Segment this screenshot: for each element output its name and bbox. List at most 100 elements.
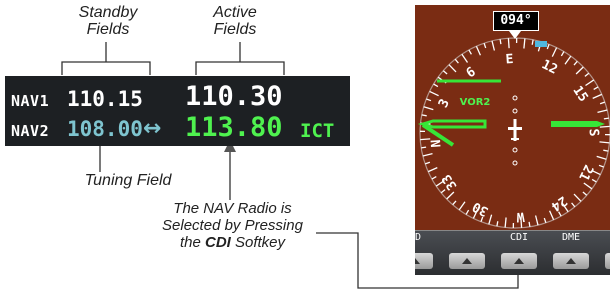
tuning-field-label: Tuning Field (84, 172, 172, 189)
deviation-dot (512, 147, 518, 153)
compass-tick (599, 101, 606, 105)
compass-tick (465, 209, 470, 215)
compass-tick (585, 79, 595, 87)
nav2-standby-frequency: 108.00 (67, 117, 143, 141)
compass-tick (573, 193, 582, 202)
compass-tick (549, 210, 555, 221)
compass-tick (491, 40, 496, 51)
compass-tick (475, 45, 481, 56)
deviation-dot (512, 160, 518, 166)
compass-label: 30 (470, 198, 491, 218)
compass-tick (531, 39, 534, 45)
compass-tick (571, 202, 576, 208)
standby-bracket (61, 61, 151, 75)
compass-tick (433, 83, 439, 88)
compass-tick (603, 117, 609, 120)
compass-tick (423, 106, 434, 111)
softkey-5[interactable] (597, 231, 610, 275)
compass-tick (560, 51, 565, 57)
softkey-dme-button[interactable] (553, 253, 589, 269)
softkey-5-button[interactable] (605, 253, 610, 269)
compass-label: N (429, 139, 445, 148)
compass-tick (440, 189, 446, 194)
compass-label: E (505, 52, 514, 68)
softkey-fd-button[interactable] (415, 253, 433, 269)
compass-tick (523, 38, 526, 49)
softkey-dme[interactable]: DME (545, 231, 597, 275)
softkey-dme-label: DME (561, 232, 581, 243)
compass-label: W (516, 209, 525, 225)
compass-tick (551, 47, 558, 57)
course-arrow-left-icon (417, 119, 487, 129)
compass-tick (593, 86, 599, 90)
cdi-callout-bold: CDI (204, 234, 231, 251)
nav2-id: NAV2 (11, 122, 50, 140)
nav-radio-window: NAV1 110.15 110.30 NAV2 108.00 ↔ 113.80 … (5, 76, 350, 146)
compass-tick (592, 93, 603, 99)
softkey-fd-label: FD (415, 232, 422, 243)
softkey-2[interactable] (441, 231, 493, 275)
nav1-id: NAV1 (11, 92, 50, 110)
cdi-callout-post: Softkey (230, 234, 286, 251)
swap-arrow-icon: ↔ (143, 116, 162, 141)
cdi-callout-line2: Selected by Pressing (162, 217, 303, 234)
compass-tick (573, 60, 578, 66)
compass-tick (420, 138, 431, 141)
compass-tick (427, 167, 438, 173)
compass-tick (582, 191, 588, 196)
compass-label: 15 (570, 83, 591, 104)
compass-tick (424, 161, 431, 165)
deviation-dot (512, 108, 518, 114)
compass-tick (426, 98, 432, 102)
compass-tick (442, 70, 448, 75)
cdi-softkey-callout: The NAV Radio is Selected by Pressing th… (150, 200, 315, 251)
compass-tick (499, 39, 502, 45)
compass-tick (599, 125, 610, 128)
deviation-dot (512, 95, 518, 101)
nav-source-label: VOR2 (460, 97, 491, 108)
active-bracket (195, 61, 285, 75)
nav1-standby-frequency: 110.15 (67, 87, 143, 111)
compass-tick (598, 164, 604, 168)
compass-tick (496, 221, 499, 227)
compass-tick (431, 176, 437, 180)
compass-label: 3 (436, 97, 453, 111)
hsi-compass: E 1215S2124W3033N36 VOR2 (417, 31, 610, 229)
softkey-cdi-label: CDI (509, 232, 529, 243)
compass-label: 6 (464, 64, 479, 81)
compass-tick (422, 152, 433, 157)
compass-tick (483, 42, 487, 49)
softkey-cdi[interactable]: CDI (493, 231, 545, 275)
compass-tick (504, 217, 507, 228)
compass-tick (429, 90, 439, 97)
compass-tick (546, 44, 550, 50)
softkey-fd[interactable]: FD (415, 231, 441, 275)
cdi-callout-pre: the (179, 234, 205, 251)
compass-tick (603, 149, 609, 152)
compass-tick (421, 114, 427, 117)
compass-tick (584, 72, 590, 77)
compass-tick (597, 109, 608, 114)
compass-label: 33 (439, 171, 460, 192)
compass-tick (488, 214, 493, 225)
compass-label: S (586, 128, 602, 137)
compass-tick (583, 182, 593, 190)
softkey-cdi-button[interactable] (501, 253, 537, 269)
nav2-active-frequency: 113.80 (185, 112, 283, 143)
compass-tick (534, 215, 539, 226)
hsi-display: E 12 15 S 21 24 W 30 33 N 3 6 VOR2 094° … (415, 5, 610, 275)
compass-tick (448, 64, 457, 73)
compass-tick (468, 49, 472, 55)
aircraft-symbol-icon (508, 119, 522, 141)
compass-tick (454, 58, 459, 64)
cdi-callout-line3: the CDI Softkey (150, 234, 315, 251)
compass-tick (543, 217, 547, 224)
softkey-2-button[interactable] (449, 253, 485, 269)
compass-label: 12 (539, 57, 560, 77)
course-arrow-right-icon (551, 121, 605, 127)
compass-tick (452, 200, 457, 206)
compass-tick (596, 155, 607, 160)
compass-tick (591, 178, 597, 183)
compass-tick (575, 66, 584, 75)
compass-tick (599, 141, 610, 144)
